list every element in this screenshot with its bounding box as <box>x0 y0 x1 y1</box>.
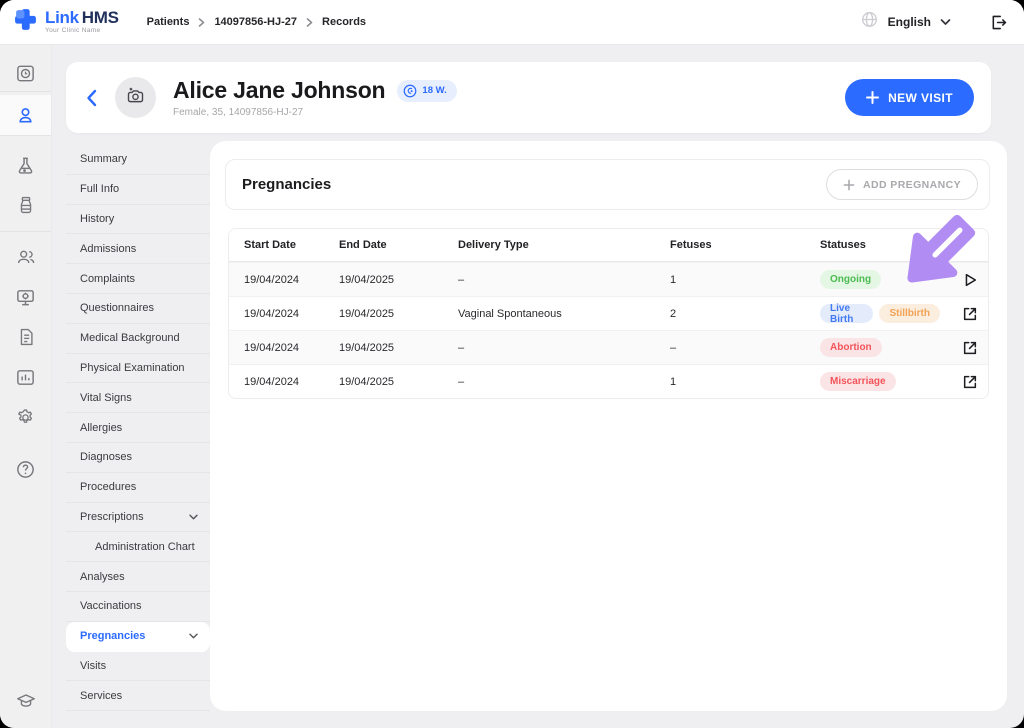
nav-item-pregnancies[interactable]: Pregnancies <box>66 622 210 652</box>
nav-item-physical-examination[interactable]: Physical Examination <box>66 354 210 384</box>
nav-item-vaccinations[interactable]: Vaccinations <box>66 592 210 622</box>
col-fetuses: Fetuses <box>670 239 820 251</box>
nav-item-summary[interactable]: Summary <box>66 145 210 175</box>
settings-icon[interactable] <box>0 399 51 435</box>
breadcrumb: Patients 14097856-HJ-27 Records <box>147 16 366 28</box>
app-window: Link HMS Your Clinic Name Patients 14097… <box>0 0 1024 728</box>
help-icon[interactable] <box>0 451 51 487</box>
plus-icon <box>866 91 879 104</box>
nav-item-services[interactable]: Services <box>66 681 210 711</box>
nav-item-medical-background[interactable]: Medical Background <box>66 324 210 354</box>
top-bar: Link HMS Your Clinic Name Patients 14097… <box>0 0 1024 45</box>
table-header-row: Start Date End Date Delivery Type Fetuse… <box>229 229 988 262</box>
status-badge: Live Birth <box>820 304 873 323</box>
pregnancy-icon <box>403 84 417 98</box>
schedule-icon[interactable] <box>0 55 51 91</box>
chevron-down-icon <box>189 633 198 639</box>
chevron-down-icon[interactable] <box>940 18 951 26</box>
patient-identity: Alice Jane Johnson 18 W. Female, 35, 140… <box>173 77 457 118</box>
open-external-icon[interactable] <box>940 340 978 356</box>
col-statuses: Statuses <box>820 239 940 251</box>
breadcrumb-records[interactable]: Records <box>322 16 366 28</box>
patient-header-card: Alice Jane Johnson 18 W. Female, 35, 140… <box>66 62 991 133</box>
patient-details: Female, 35, 14097856-HJ-27 <box>173 107 457 118</box>
workstation-icon[interactable] <box>0 279 51 315</box>
table-row[interactable]: 19/04/2024 19/04/2025 – 1 Miscarriage <box>229 364 988 398</box>
chevron-right-icon <box>198 18 205 27</box>
medications-icon[interactable] <box>0 187 51 223</box>
brand-name-primary: Link <box>45 9 79 26</box>
nav-item-analyses[interactable]: Analyses <box>66 562 210 592</box>
rail-divider <box>0 231 51 232</box>
open-external-icon[interactable] <box>940 374 978 390</box>
nav-item-prescriptions[interactable]: Prescriptions <box>66 503 210 533</box>
reports-icon[interactable] <box>0 359 51 395</box>
chevron-down-icon <box>189 514 198 520</box>
plus-icon <box>843 179 855 191</box>
table-row[interactable]: 19/04/2024 19/04/2025 – – Abortion <box>229 330 988 364</box>
nav-item-admissions[interactable]: Admissions <box>66 234 210 264</box>
camera-plus-icon <box>125 85 146 111</box>
nav-item-history[interactable]: History <box>66 205 210 235</box>
gestation-weeks: 18 W. <box>422 85 446 96</box>
chevron-right-icon <box>306 18 313 27</box>
back-button[interactable] <box>86 89 97 107</box>
icon-rail <box>0 45 52 728</box>
nav-item-vital-signs[interactable]: Vital Signs <box>66 383 210 413</box>
patient-avatar-upload[interactable] <box>115 77 156 118</box>
pregnancies-table: Start Date End Date Delivery Type Fetuse… <box>228 228 989 399</box>
language-selector[interactable]: English <box>888 15 931 29</box>
table-row[interactable]: 19/04/2024 19/04/2025 Vaginal Spontaneou… <box>229 296 988 330</box>
add-pregnancy-button[interactable]: ADD PREGNANCY <box>826 169 978 200</box>
section-title: Pregnancies <box>242 176 331 193</box>
status-badge: Miscarriage <box>820 372 896 391</box>
new-visit-button[interactable]: NEW VISIT <box>845 79 974 116</box>
rail-divider <box>0 135 51 136</box>
nav-item-procedures[interactable]: Procedures <box>66 473 210 503</box>
add-pregnancy-label: ADD PREGNANCY <box>863 179 961 191</box>
nav-item-visits[interactable]: Visits <box>66 652 210 682</box>
nav-item-questionnaires[interactable]: Questionnaires <box>66 294 210 324</box>
col-delivery-type: Delivery Type <box>458 239 670 251</box>
play-icon[interactable] <box>940 272 978 288</box>
col-start-date: Start Date <box>244 239 339 251</box>
rail-divider <box>0 91 51 92</box>
status-badge: Abortion <box>820 338 882 357</box>
status-badge: Ongoing <box>820 270 881 289</box>
nav-item-diagnoses[interactable]: Diagnoses <box>66 443 210 473</box>
nav-item-complaints[interactable]: Complaints <box>66 264 210 294</box>
topbar-right: English <box>861 11 1024 33</box>
lab-icon[interactable] <box>0 147 51 183</box>
documents-icon[interactable] <box>0 319 51 355</box>
patients-icon[interactable] <box>0 97 51 133</box>
patient-name: Alice Jane Johnson <box>173 77 385 104</box>
gestation-badge: 18 W. <box>397 80 456 102</box>
status-badge: Stillbirth <box>879 304 940 323</box>
open-external-icon[interactable] <box>940 306 978 322</box>
record-sections-nav: Summary Full Info History Admissions Com… <box>66 145 210 711</box>
nav-item-allergies[interactable]: Allergies <box>66 413 210 443</box>
nav-item-full-info[interactable]: Full Info <box>66 175 210 205</box>
globe-icon <box>861 11 878 33</box>
table-row[interactable]: 19/04/2024 19/04/2025 – 1 Ongoing <box>229 262 988 296</box>
col-end-date: End Date <box>339 239 458 251</box>
logout-icon[interactable] <box>989 13 1008 32</box>
pregnancies-panel: Pregnancies ADD PREGNANCY Start Date End… <box>210 141 1007 711</box>
brand-name-secondary: HMS <box>82 9 119 26</box>
breadcrumb-patients[interactable]: Patients <box>147 16 190 28</box>
brand-tagline: Your Clinic Name <box>45 28 119 35</box>
pregnancies-header: Pregnancies ADD PREGNANCY <box>225 159 990 210</box>
app-logo[interactable]: Link HMS Your Clinic Name <box>13 7 119 37</box>
staff-icon[interactable] <box>0 239 51 275</box>
education-icon[interactable] <box>0 683 51 719</box>
nav-item-administration-chart[interactable]: Administration Chart <box>66 532 210 562</box>
clinic-cross-icon <box>13 7 38 37</box>
breadcrumb-patient-id[interactable]: 14097856-HJ-27 <box>214 16 297 28</box>
new-visit-label: NEW VISIT <box>888 91 953 105</box>
